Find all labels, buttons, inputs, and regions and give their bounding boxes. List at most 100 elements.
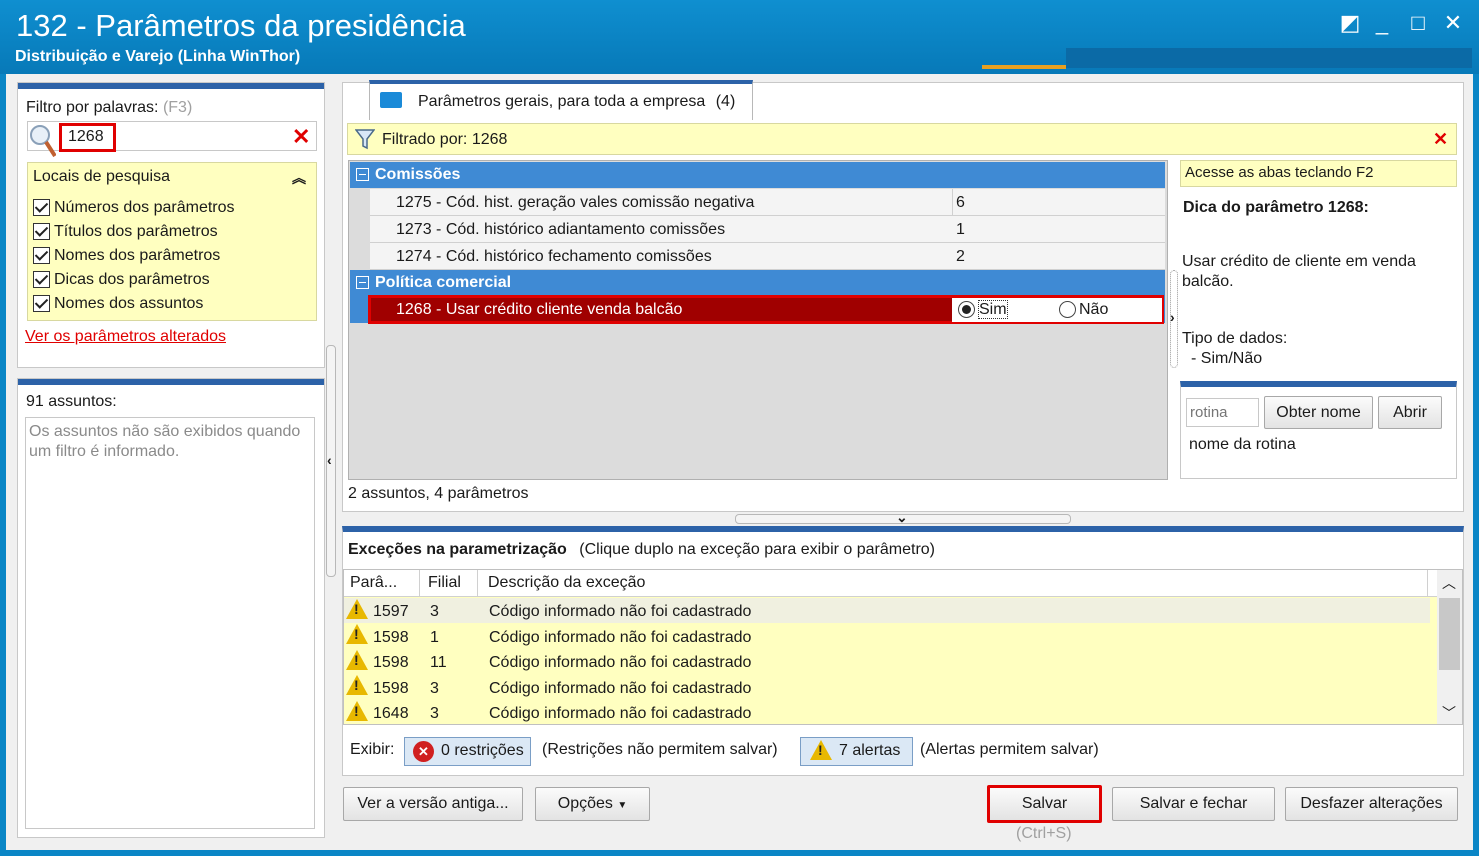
obter-nome-button[interactable]: Obter nome (1264, 396, 1373, 429)
chevron-left-icon[interactable]: ‹ (327, 452, 332, 468)
location-checkbox[interactable]: Nomes dos assuntos (33, 295, 203, 313)
chevron-down-icon[interactable]: ⌄ (896, 509, 908, 526)
tip-title: Dica do parâmetro 1268: (1183, 199, 1369, 216)
radio-sim[interactable]: Sim (958, 300, 1008, 319)
rotina-input[interactable] (1186, 398, 1259, 427)
exceptions-header: Exceções na parametrização (Clique duplo… (348, 541, 935, 559)
search-icon (28, 123, 57, 158)
collapse-icon[interactable]: ︽ (292, 168, 306, 188)
cell-param: 1648 (373, 705, 409, 722)
minimize-icon[interactable]: _ (1367, 8, 1397, 38)
cell-param: 1598 (373, 654, 409, 671)
tip-description: Usar crédito de cliente em venda balcão. (1182, 253, 1416, 290)
exceptions-subtitle: (Clique duplo na exceção para exibir o p… (579, 541, 935, 558)
collapse-group-icon[interactable] (356, 168, 369, 182)
save-close-button[interactable]: Salvar e fechar (1112, 787, 1275, 821)
table-row[interactable] (346, 599, 368, 619)
cell-desc: Código informado não foi cadastrado (489, 603, 752, 620)
radio-nao[interactable]: Não (1059, 301, 1108, 319)
chevron-right-icon[interactable]: › (1170, 309, 1175, 325)
dropdown-arrow-icon: ▼ (617, 800, 628, 811)
restore-layout-icon[interactable]: ◩ (1335, 8, 1365, 38)
table-row[interactable] (346, 624, 368, 644)
col-header-desc[interactable]: Descrição da exceção (488, 574, 645, 592)
clear-filter-icon[interactable]: ✕ (292, 124, 310, 150)
col-header-param[interactable]: Parâ... (350, 574, 397, 592)
location-checkbox[interactable]: Nomes dos parâmetros (33, 247, 220, 265)
cell-filial: 11 (430, 654, 447, 671)
param-value[interactable]: 6 (956, 194, 965, 212)
filter-bar (347, 123, 1457, 155)
cell-filial: 3 (430, 680, 439, 697)
options-label: Opções (557, 795, 613, 812)
exceptions-title: Exceções na parametrização (348, 541, 567, 558)
cell-desc: Código informado não foi cadastrado (489, 629, 752, 646)
alerts-label: 7 alertas (839, 742, 901, 759)
checkbox-icon[interactable] (33, 295, 50, 313)
error-icon: ✕ (413, 741, 434, 762)
save-button[interactable]: Salvar (987, 785, 1102, 823)
col-divider (419, 570, 420, 597)
subjects-count: 91 assuntos: (26, 393, 117, 410)
warning-icon (346, 624, 368, 644)
param-value[interactable]: 1 (956, 221, 965, 239)
clear-filter-bar-icon[interactable]: ✕ (1433, 129, 1448, 150)
cell-param: 1598 (373, 629, 409, 646)
cell-desc: Código informado não foi cadastrado (489, 654, 752, 671)
group-header-comissoes[interactable]: Comissões (350, 162, 1165, 188)
tip-type-label: Tipo de dados: (1182, 330, 1288, 347)
scroll-down-icon[interactable]: ﹀ (1442, 703, 1456, 723)
abrir-button[interactable]: Abrir (1378, 396, 1442, 429)
param-label: 1275 - Cód. hist. geração vales comissão… (396, 194, 755, 211)
scroll-up-icon[interactable]: ︿ (1442, 573, 1456, 593)
table-row[interactable] (346, 650, 368, 670)
undo-changes-button[interactable]: Desfazer alterações (1285, 787, 1458, 821)
scrollbar-thumb[interactable] (1439, 598, 1460, 670)
tip-type-value: - Sim/Não (1191, 350, 1263, 367)
close-icon[interactable]: ✕ (1438, 8, 1468, 38)
location-checkbox[interactable]: Títulos dos parâmetros (33, 223, 218, 241)
location-label: Títulos dos parâmetros (54, 223, 218, 240)
table-row[interactable] (346, 701, 368, 721)
warning-icon (346, 701, 368, 721)
warning-icon (346, 650, 368, 670)
subjects-message: Os assuntos não são exibidos quando um f… (25, 417, 315, 829)
window-title: 132 - Parâmetros da presidência (16, 8, 466, 43)
checkbox-icon[interactable] (33, 223, 50, 241)
checkbox-icon[interactable] (33, 199, 50, 217)
rotina-caption: nome da rotina (1189, 436, 1296, 453)
radio-selected-icon[interactable] (958, 301, 975, 319)
col-divider (1427, 570, 1428, 597)
title-bar-decoration (1066, 48, 1472, 68)
radio-unselected-icon[interactable] (1059, 301, 1076, 319)
cell-filial: 1 (430, 629, 439, 646)
funnel-icon (354, 128, 376, 155)
maximize-icon[interactable]: □ (1403, 8, 1433, 38)
alerts-note: (Alertas permitem salvar) (920, 741, 1099, 758)
param-value[interactable]: 2 (956, 248, 965, 266)
tab-label: Parâmetros gerais, para toda a empresa (418, 93, 706, 110)
col-divider (477, 570, 478, 597)
filter-input[interactable]: 1268 (59, 123, 116, 152)
warning-icon (346, 675, 368, 695)
filter-shortcut: (F3) (162, 99, 193, 116)
warning-icon (346, 599, 368, 619)
changed-params-link[interactable]: Ver os parâmetros alterados (25, 328, 226, 346)
collapse-group-icon[interactable] (356, 276, 369, 290)
group-header-politica-comercial[interactable]: Política comercial (350, 270, 1165, 296)
col-header-filial[interactable]: Filial (428, 574, 461, 592)
table-row[interactable] (346, 675, 368, 695)
location-checkbox[interactable]: Dicas dos parâmetros (33, 271, 210, 289)
cell-filial: 3 (430, 603, 439, 620)
location-checkbox[interactable]: Números dos parâmetros (33, 199, 235, 217)
checkbox-icon[interactable] (33, 271, 50, 289)
cell-filial: 3 (430, 705, 439, 722)
options-button[interactable]: Opções ▼ (535, 787, 650, 821)
group-name: Comissões (375, 166, 461, 183)
checkbox-icon[interactable] (33, 247, 50, 265)
old-version-button[interactable]: Ver a versão antiga... (343, 787, 523, 821)
group-name: Política comercial (375, 274, 512, 291)
radio-sim-label: Sim (978, 300, 1008, 319)
window-subtitle: Distribuição e Varejo (Linha WinThor) (15, 48, 301, 65)
tabs-hint: Acesse as abas teclando F2 (1180, 160, 1457, 187)
